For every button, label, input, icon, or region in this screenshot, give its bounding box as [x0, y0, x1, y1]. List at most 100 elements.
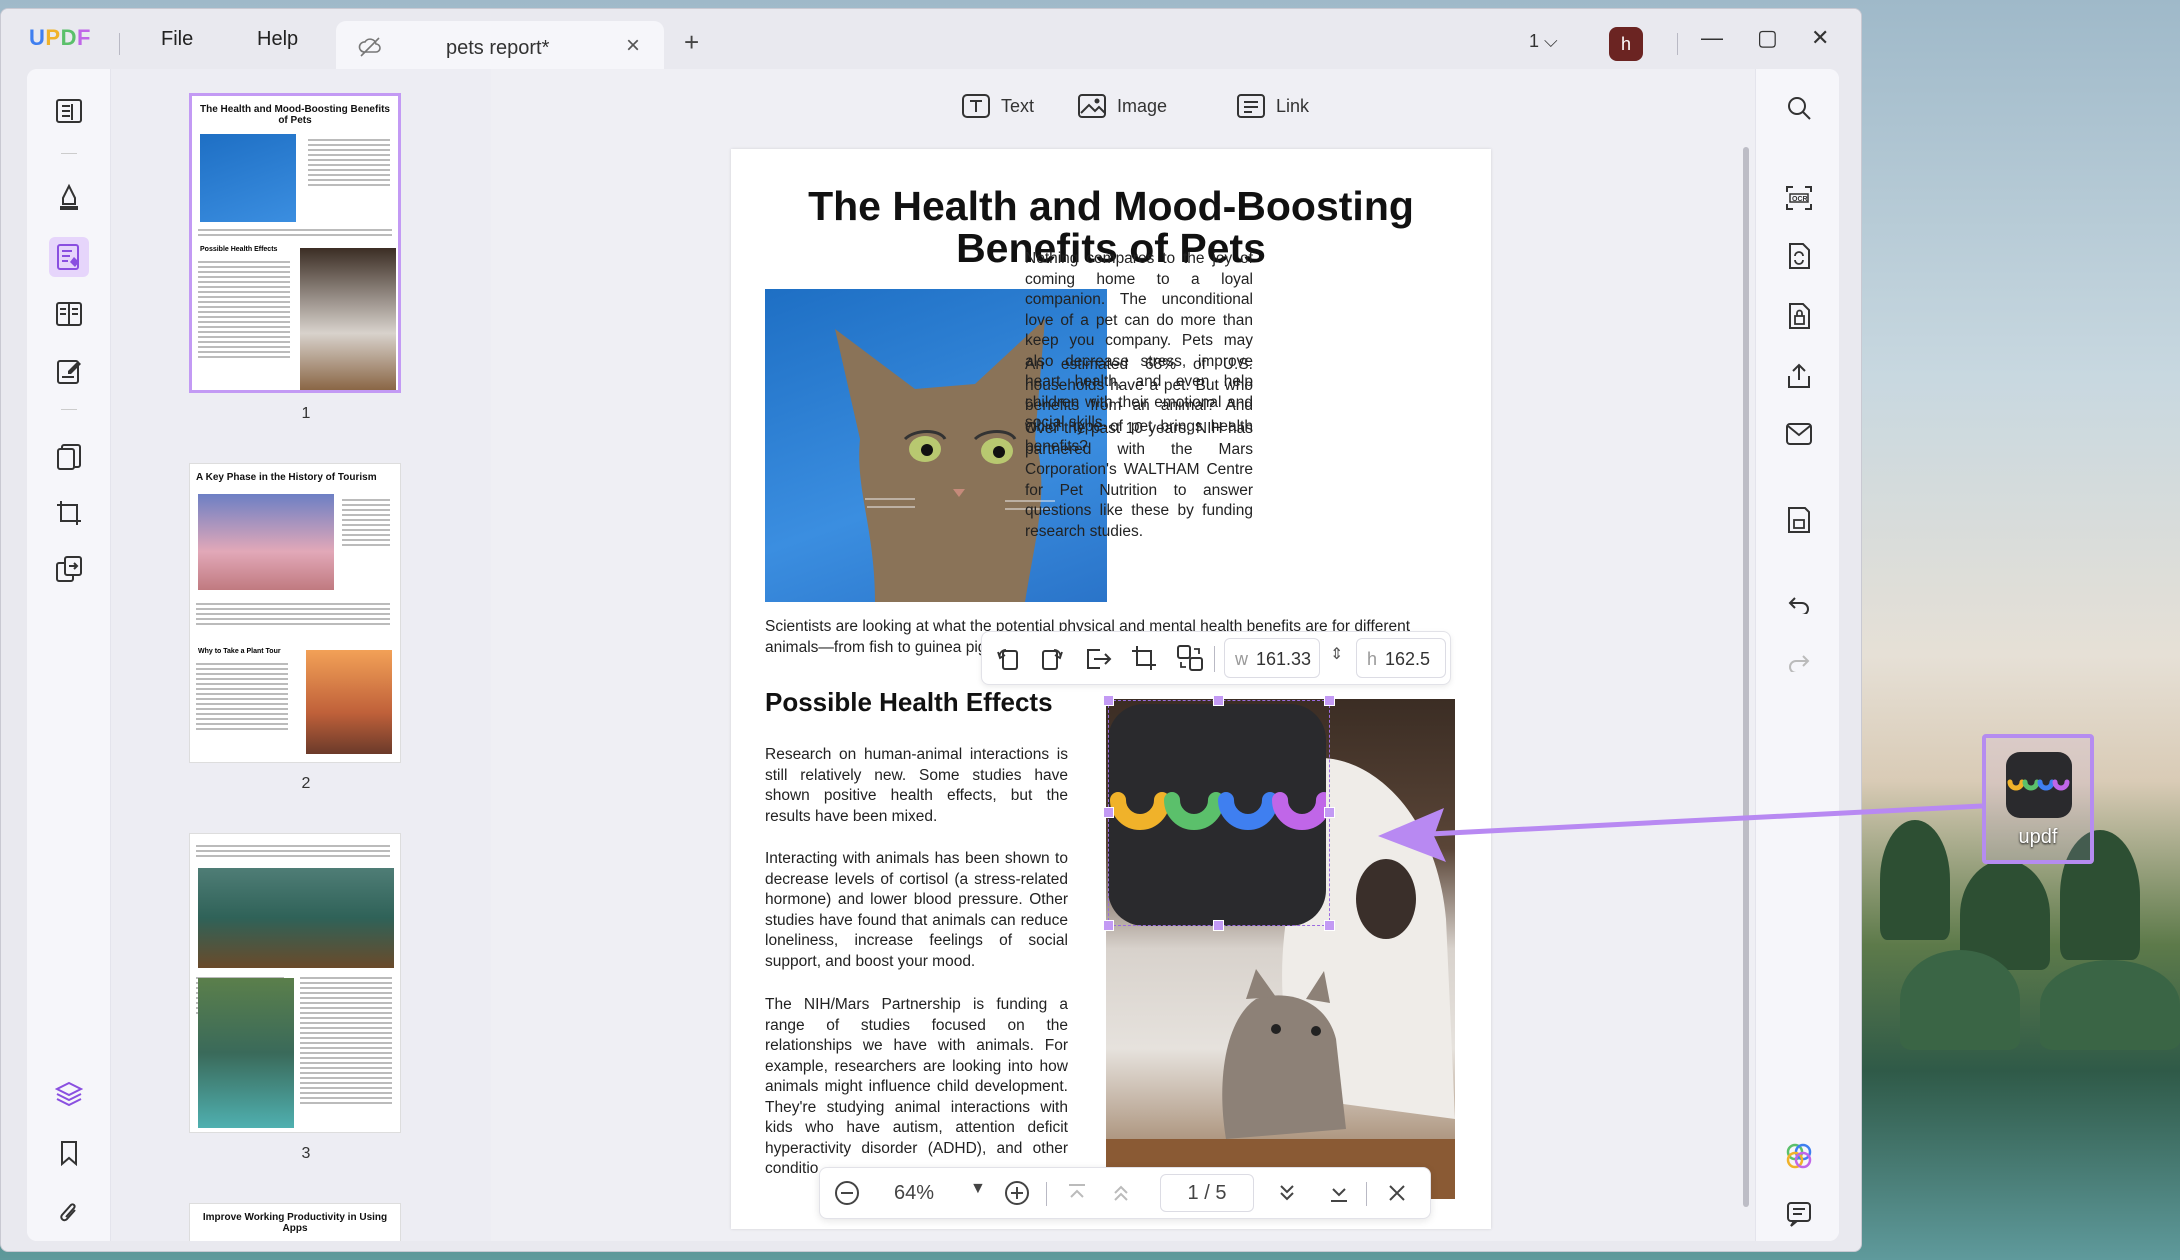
extract-image-icon[interactable] — [1084, 646, 1112, 672]
height-value: 162.5 — [1385, 649, 1431, 669]
crop-pages-icon[interactable] — [49, 493, 89, 533]
search-icon[interactable] — [1782, 91, 1816, 125]
close-window-icon[interactable]: ✕ — [1811, 25, 1829, 51]
zoom-out-icon[interactable] — [834, 1180, 860, 1206]
resize-handle[interactable] — [1324, 807, 1335, 818]
resize-handle[interactable] — [1103, 807, 1114, 818]
height-field[interactable]: h 162.5 — [1356, 638, 1446, 678]
zoom-dropdown-icon[interactable]: ▼ — [970, 1180, 986, 1198]
edit-pdf-icon[interactable] — [49, 237, 89, 277]
thumbnail-title: The Health and Mood-Boosting Benefits of… — [200, 104, 390, 126]
page-input[interactable]: 1 / 5 — [1160, 1174, 1254, 1212]
desktop-tree — [2040, 960, 2180, 1050]
title-line-1[interactable]: The Health and Mood-Boosting — [731, 185, 1491, 227]
ocr-icon[interactable]: OCR — [1782, 181, 1816, 215]
thumbnail-page-1[interactable]: The Health and Mood-Boosting Benefits of… — [189, 93, 401, 393]
close-tab-icon[interactable]: × — [626, 32, 640, 60]
thumbnail-page-3[interactable] — [189, 833, 401, 1133]
resize-handle[interactable] — [1103, 695, 1114, 706]
image-tool-icon — [1078, 94, 1106, 118]
redo-icon[interactable] — [1782, 645, 1816, 679]
page-selector[interactable]: 1 ⌵ — [1529, 31, 1558, 52]
page-separator: / — [1204, 1182, 1210, 1204]
add-text-button[interactable]: Text — [961, 93, 1034, 119]
page-layout-icon[interactable] — [49, 294, 89, 334]
paragraph-research[interactable]: Research on human-animal interactions is… — [765, 745, 1068, 827]
thumbnail-page-2[interactable]: A Key Phase in the History of Tourism Wh… — [189, 463, 401, 763]
reader-icon[interactable] — [49, 91, 89, 131]
divider — [61, 409, 77, 410]
resize-handle[interactable] — [1213, 695, 1224, 706]
width-field[interactable]: w 161.33 — [1224, 638, 1320, 678]
fill-sign-icon[interactable] — [49, 351, 89, 391]
thumbnail-lake-image — [198, 868, 394, 968]
comments-list-icon[interactable] — [1782, 1197, 1816, 1231]
organize-pages-icon[interactable] — [49, 437, 89, 477]
email-icon[interactable] — [1782, 417, 1816, 451]
comment-highlighter-icon[interactable] — [49, 177, 89, 217]
paragraph-interacting[interactable]: Interacting with animals has been shown … — [765, 849, 1068, 972]
last-page-icon[interactable] — [1328, 1182, 1350, 1204]
vertical-scrollbar[interactable] — [1743, 147, 1749, 1207]
previous-page-icon[interactable] — [1110, 1182, 1132, 1204]
thumbnail-subheading: Possible Health Effects — [200, 246, 278, 253]
menu-help[interactable]: Help — [257, 28, 298, 51]
replace-image-icon[interactable] — [1176, 644, 1204, 672]
section-heading[interactable]: Possible Health Effects — [765, 687, 1053, 718]
next-page-icon[interactable] — [1276, 1182, 1298, 1204]
thumbnail-page-4[interactable]: Improve Working Productivity in Using Ap… — [189, 1203, 401, 1241]
rotate-right-icon[interactable] — [1038, 646, 1066, 672]
divider — [119, 33, 120, 55]
minimize-icon[interactable]: — — [1701, 25, 1723, 51]
undo-icon[interactable] — [1782, 587, 1816, 621]
close-navigation-icon[interactable] — [1386, 1182, 1408, 1204]
resize-handle[interactable] — [1324, 920, 1335, 931]
crop-image-icon[interactable] — [1130, 644, 1158, 672]
total-pages: 5 — [1215, 1182, 1227, 1204]
image-edit-toolbar: w 161.33 ⇕ h 162.5 — [981, 631, 1451, 685]
new-tab-icon[interactable]: + — [684, 27, 699, 58]
save-icon[interactable] — [1782, 503, 1816, 537]
avatar[interactable]: h — [1609, 27, 1643, 61]
rotate-left-icon[interactable] — [994, 646, 1022, 672]
menu-file[interactable]: File — [161, 28, 193, 51]
maximize-icon[interactable]: ▢ — [1757, 25, 1778, 51]
thumbnail-jungle-image — [198, 978, 294, 1128]
image-tool-label: Image — [1117, 95, 1168, 116]
resize-handle[interactable] — [1213, 920, 1224, 931]
thumbnail-title: A Key Phase in the History of Tourism — [196, 472, 377, 483]
thumbnail-number: 1 — [301, 405, 311, 422]
add-image-button[interactable]: Image — [1077, 93, 1167, 119]
thumbnail-eiffel-image — [306, 650, 392, 754]
resize-handle[interactable] — [1324, 695, 1335, 706]
first-page-icon[interactable] — [1066, 1182, 1088, 1204]
link-tool-icon — [1237, 94, 1265, 118]
width-value: 161.33 — [1256, 649, 1312, 669]
lock-ratio-icon[interactable]: ⇕ — [1330, 644, 1343, 664]
document-tab[interactable]: pets report* × — [336, 21, 664, 73]
layers-icon[interactable] — [49, 1074, 89, 1114]
thumbnail-number: 3 — [301, 1145, 311, 1162]
paragraph-partnership[interactable]: The NIH/Mars Partnership is funding a ra… — [765, 995, 1068, 1180]
tab-title: pets report* — [446, 37, 550, 59]
link-tool-label: Link — [1276, 95, 1310, 116]
pdf-page: The Health and Mood-Boosting Benefits of… — [731, 149, 1491, 1229]
thumbnail-subheading: Why to Take a Plant Tour — [198, 648, 281, 655]
protect-pdf-icon[interactable] — [1782, 299, 1816, 333]
attachment-icon[interactable] — [49, 1193, 89, 1233]
share-icon[interactable] — [1782, 359, 1816, 393]
desktop-updf-shortcut[interactable]: updf — [1982, 734, 2094, 864]
height-label: h — [1367, 649, 1378, 669]
convert-icon[interactable] — [49, 549, 89, 589]
paragraph-nih[interactable]: Over the past 10 years, NIH has partnere… — [1025, 419, 1253, 542]
text-tool-icon — [962, 94, 990, 118]
divider — [61, 153, 77, 154]
convert-pdf-icon[interactable] — [1782, 239, 1816, 273]
left-toolbar — [27, 69, 111, 1241]
add-link-button[interactable]: Link — [1236, 93, 1309, 119]
zoom-level[interactable]: 64% — [894, 1182, 934, 1205]
ai-assistant-icon[interactable] — [1782, 1139, 1816, 1173]
bookmark-icon[interactable] — [49, 1133, 89, 1173]
resize-handle[interactable] — [1103, 920, 1114, 931]
zoom-in-icon[interactable] — [1004, 1180, 1030, 1206]
